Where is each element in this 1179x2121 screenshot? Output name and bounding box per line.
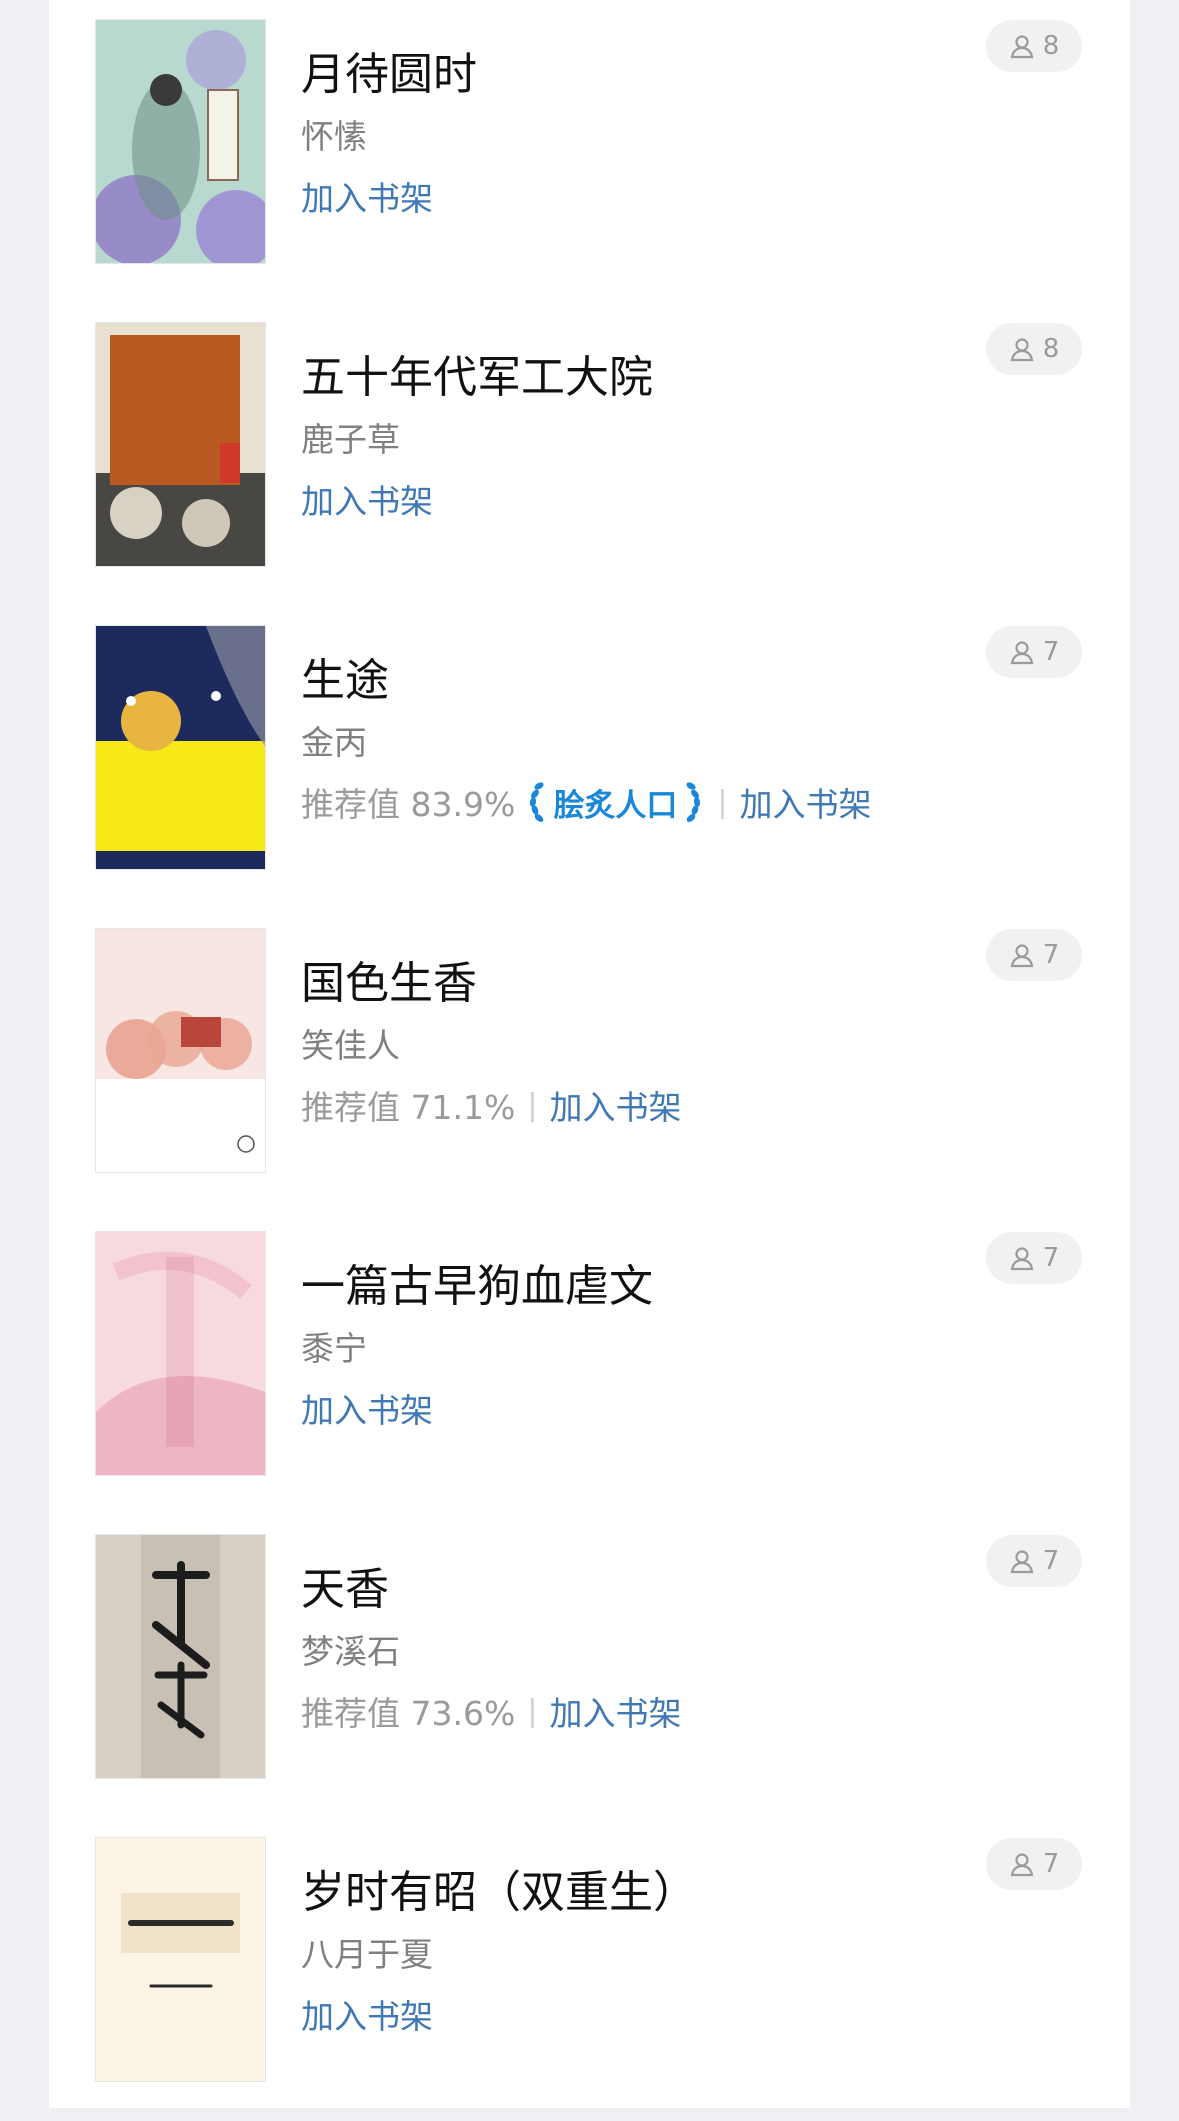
book-meta: 加入书架	[301, 1384, 433, 1432]
list-item[interactable]: 国色生香 笑佳人 推荐值 71.1% | 加入书架 7	[49, 909, 1130, 1212]
book-meta: 推荐值 83.9% 脍炙人口 | 加入书架	[301, 778, 871, 826]
list-item[interactable]: 天香 梦溪石 推荐值 73.6% | 加入书架 7	[49, 1515, 1130, 1818]
separator: |	[717, 784, 728, 820]
recommend-score: 推荐值 73.6%	[301, 1694, 516, 1733]
reader-count-button[interactable]: 7	[986, 626, 1082, 678]
book-title[interactable]: 天香	[301, 1553, 389, 1617]
list-item[interactable]: 一篇古早狗血虐文 黍宁 加入书架 7	[49, 1212, 1130, 1515]
book-author[interactable]: 笑佳人	[301, 1019, 400, 1067]
book-cover[interactable]	[96, 626, 265, 869]
book-cover[interactable]	[96, 1535, 265, 1778]
reader-count: 7	[1042, 637, 1060, 667]
person-icon	[1010, 641, 1034, 665]
book-title[interactable]: 国色生香	[301, 947, 477, 1011]
book-meta: 加入书架	[301, 172, 433, 220]
reader-count: 7	[1042, 1546, 1060, 1576]
recommend-score: 推荐值 71.1%	[301, 1088, 516, 1127]
laurel-icon	[686, 782, 701, 822]
book-title[interactable]: 岁时有昭（双重生）	[301, 1856, 697, 1920]
add-to-shelf-link[interactable]: 加入书架	[301, 475, 433, 523]
reader-count: 8	[1042, 31, 1060, 61]
book-cover[interactable]	[96, 1838, 265, 2081]
reader-count-button[interactable]: 7	[986, 1838, 1082, 1890]
book-author[interactable]: 怀愫	[301, 110, 367, 158]
person-icon	[1010, 1550, 1034, 1574]
reader-count-button[interactable]: 7	[986, 929, 1082, 981]
person-icon	[1010, 1247, 1034, 1271]
add-to-shelf-link[interactable]: 加入书架	[549, 1687, 681, 1735]
reader-count-button[interactable]: 8	[986, 323, 1082, 375]
reader-count: 7	[1042, 1243, 1060, 1273]
reader-count: 7	[1042, 940, 1060, 970]
separator: |	[527, 1087, 538, 1123]
reader-count-button[interactable]: 7	[986, 1535, 1082, 1587]
book-author[interactable]: 八月于夏	[301, 1928, 433, 1976]
badge-label: 脍炙人口	[553, 787, 678, 824]
book-cover[interactable]	[96, 20, 265, 263]
recommend-score: 推荐值 83.9%	[301, 785, 516, 824]
book-title[interactable]: 生途	[301, 644, 389, 708]
list-item[interactable]: 岁时有昭（双重生） 八月于夏 加入书架 7	[49, 1818, 1130, 2121]
list-item[interactable]: 生途 金丙 推荐值 83.9% 脍炙人口 | 加入书架 7	[49, 606, 1130, 909]
book-title[interactable]: 月待圆时	[301, 38, 477, 102]
book-cover[interactable]	[96, 929, 265, 1172]
person-icon	[1010, 1853, 1034, 1877]
book-meta: 推荐值 73.6% | 加入书架	[301, 1687, 681, 1735]
book-author[interactable]: 黍宁	[301, 1322, 367, 1370]
book-title[interactable]: 五十年代军工大院	[301, 341, 653, 405]
book-author[interactable]: 鹿子草	[301, 413, 400, 461]
book-title[interactable]: 一篇古早狗血虐文	[301, 1250, 653, 1314]
reader-count: 7	[1042, 1849, 1060, 1879]
person-icon	[1010, 944, 1034, 968]
book-list: 月待圆时 怀愫 加入书架 8 五十年代军工大院 鹿子草 加入书架 8 生途 金丙…	[49, 0, 1130, 2108]
laurel-icon	[530, 782, 544, 822]
add-to-shelf-link[interactable]: 加入书架	[301, 172, 433, 220]
book-author[interactable]: 梦溪石	[301, 1625, 400, 1673]
separator: |	[527, 1693, 538, 1729]
person-icon	[1010, 338, 1034, 362]
list-item[interactable]: 五十年代军工大院 鹿子草 加入书架 8	[49, 303, 1130, 606]
acclaim-badge: 脍炙人口	[525, 780, 705, 825]
book-meta: 推荐值 71.1% | 加入书架	[301, 1081, 681, 1129]
reader-count-button[interactable]: 8	[986, 20, 1082, 72]
add-to-shelf-link[interactable]: 加入书架	[549, 1081, 681, 1129]
person-icon	[1010, 35, 1034, 59]
reader-count-button[interactable]: 7	[986, 1232, 1082, 1284]
add-to-shelf-link[interactable]: 加入书架	[301, 1990, 433, 2038]
book-meta: 加入书架	[301, 1990, 433, 2038]
reader-count: 8	[1042, 334, 1060, 364]
book-author[interactable]: 金丙	[301, 716, 367, 764]
book-cover[interactable]	[96, 323, 265, 566]
book-meta: 加入书架	[301, 475, 433, 523]
list-item[interactable]: 月待圆时 怀愫 加入书架 8	[49, 0, 1130, 303]
book-cover[interactable]	[96, 1232, 265, 1475]
add-to-shelf-link[interactable]: 加入书架	[301, 1384, 433, 1432]
add-to-shelf-link[interactable]: 加入书架	[739, 778, 871, 826]
